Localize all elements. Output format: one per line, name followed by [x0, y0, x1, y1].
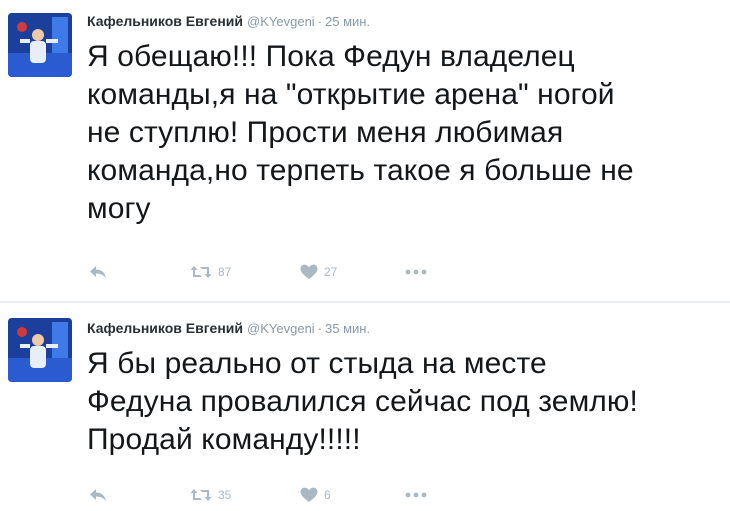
tweet-actions: 87 27	[87, 262, 507, 282]
avatar[interactable]	[8, 318, 72, 382]
heart-icon	[300, 487, 318, 502]
avatar[interactable]	[8, 13, 72, 77]
tweet-text-line: Я обещаю!!! Пока Федун владелец	[87, 40, 575, 73]
reply-icon	[90, 266, 106, 278]
retweet-button[interactable]: 87	[190, 262, 231, 282]
tweet-divider	[0, 301, 730, 303]
retweet-icon	[190, 266, 212, 278]
like-count: 27	[324, 265, 338, 279]
author-handle[interactable]: @KYevgeni	[247, 14, 315, 29]
author-handle[interactable]: @KYevgeni	[247, 321, 315, 336]
like-button[interactable]: 6	[300, 485, 331, 505]
tweet-text-line: команды,я на "открытие арена" ногой	[87, 78, 615, 111]
tweet-text-line: Федуна провалился сейчас под землю!	[87, 385, 638, 418]
header-separator: ·	[317, 14, 323, 29]
retweet-count: 87	[218, 265, 232, 279]
author-name[interactable]: Кафельников Евгений	[87, 320, 243, 336]
tweet-header: Кафельников Евгений @KYevgeni · 35 мин.	[87, 319, 370, 338]
more-dots-icon	[405, 269, 427, 275]
tweet-actions: 35 6	[87, 485, 507, 505]
more-button[interactable]	[405, 262, 427, 282]
like-button[interactable]: 27	[300, 262, 337, 282]
tweet-text: Я обещаю!!! Пока Федун владелец команды,…	[87, 38, 727, 228]
tweet-text-line: команда,но терпеть такое я больше не	[87, 154, 634, 187]
tweet: Кафельников Евгений @KYevgeni · 25 мин. Я о…	[0, 0, 730, 300]
tweet-timestamp[interactable]: 35 мин.	[325, 321, 370, 336]
like-count: 6	[324, 488, 331, 502]
tweet-text-line: могу	[87, 192, 151, 225]
more-dots-icon	[405, 492, 427, 498]
tweet: Кафельников Евгений @KYevgeni · 35 мин. Я б…	[0, 306, 730, 511]
tweet-timestamp[interactable]: 25 мин.	[325, 14, 370, 29]
tweet-header: Кафельников Евгений @KYevgeni · 25 мин.	[87, 12, 370, 31]
heart-icon	[300, 264, 318, 279]
retweet-count: 35	[218, 488, 232, 502]
tweet-text-line: не ступлю! Прости меня любимая	[87, 116, 564, 149]
reply-button[interactable]	[89, 485, 107, 505]
header-separator: ·	[317, 321, 323, 336]
more-button[interactable]	[405, 485, 427, 505]
tweet-text: Я бы реально от стыда на месте Федуна пр…	[87, 345, 727, 459]
reply-button[interactable]	[89, 262, 107, 282]
tweet-text-line: Я бы реально от стыда на месте	[87, 347, 547, 380]
retweet-button[interactable]: 35	[190, 485, 231, 505]
author-name[interactable]: Кафельников Евгений	[87, 13, 243, 29]
tweet-text-line: Продай команду!!!!!	[87, 423, 361, 456]
reply-icon	[90, 489, 106, 501]
retweet-icon	[190, 489, 212, 501]
